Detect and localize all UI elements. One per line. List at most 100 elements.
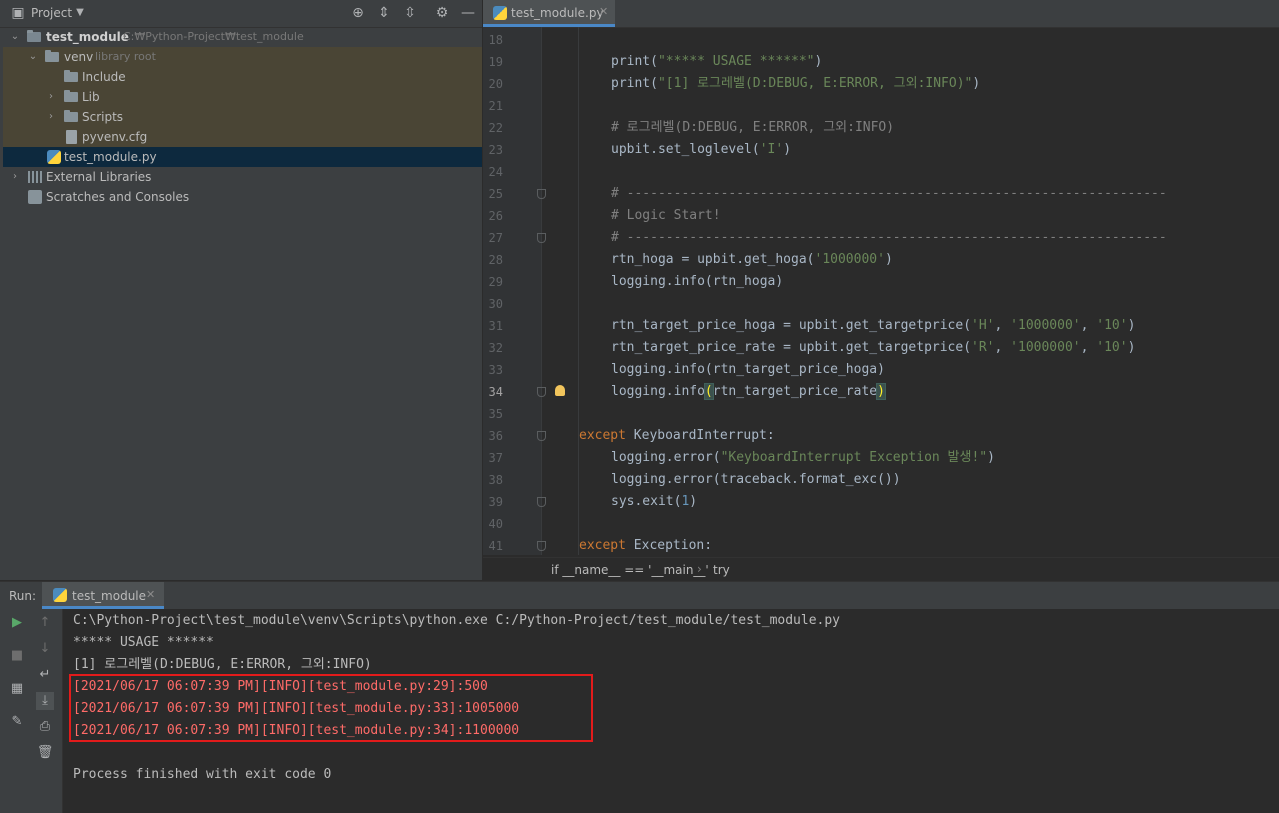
line-number: 23 bbox=[488, 143, 503, 157]
tree-item-external-libraries[interactable]: › External Libraries bbox=[3, 167, 482, 187]
arrow-up-icon[interactable]: ↑ bbox=[36, 614, 54, 632]
chevron-right-icon[interactable]: › bbox=[45, 87, 57, 107]
run-tab-label: test_module bbox=[72, 589, 147, 603]
chevron-right-icon[interactable]: › bbox=[45, 107, 57, 127]
code-line[interactable]: 22 # 로그레벨(D:DEBUG, E:ERROR, 그외:INFO) bbox=[483, 117, 1279, 139]
print-icon[interactable]: ⎙ bbox=[36, 718, 54, 736]
chevron-down-icon[interactable]: ▼ bbox=[72, 5, 88, 21]
lightbulb-icon[interactable] bbox=[555, 385, 565, 396]
code-line[interactable]: 24 bbox=[483, 161, 1279, 183]
tree-item-label: Scratches and Consoles bbox=[46, 190, 190, 204]
code-text: # 로그레벨(D:DEBUG, E:ERROR, 그외:INFO) bbox=[611, 117, 894, 139]
code-line[interactable]: 30 bbox=[483, 293, 1279, 315]
code-line[interactable]: 31 rtn_target_price_hoga = upbit.get_targ… bbox=[483, 315, 1279, 337]
tree-item-lib[interactable]: › Lib bbox=[3, 87, 482, 107]
code-token: logging.info(rtn_hoga) bbox=[611, 274, 784, 289]
code-token: ) bbox=[814, 54, 823, 69]
line-number: 24 bbox=[488, 165, 503, 179]
fold-marker-icon[interactable] bbox=[537, 387, 546, 397]
code-text: logging.info(rtn_target_price_hoga) bbox=[611, 359, 885, 381]
code-text: rtn_hoga = upbit.get_hoga('1000000') bbox=[611, 249, 893, 271]
fold-marker-icon[interactable] bbox=[537, 189, 546, 199]
code-line[interactable]: 41 except Exception: bbox=[483, 535, 1279, 557]
code-line[interactable]: 34 logging.info(rtn_target_price_rate) bbox=[483, 381, 1279, 403]
code-token: ) bbox=[783, 142, 792, 157]
code-line[interactable]: 29 logging.info(rtn_hoga) bbox=[483, 271, 1279, 293]
hide-icon[interactable]: — bbox=[460, 5, 476, 21]
code-token: ) bbox=[972, 76, 981, 91]
code-line[interactable]: 37 logging.error("KeyboardInterrupt Excep… bbox=[483, 447, 1279, 469]
scroll-to-end-icon[interactable]: ⤓ bbox=[36, 692, 54, 710]
breadcrumb-item[interactable]: try bbox=[713, 563, 730, 577]
code-text: rtn_target_price_hoga = upbit.get_target… bbox=[611, 315, 1135, 337]
close-icon[interactable]: ✕ bbox=[146, 588, 155, 601]
code-line[interactable]: 23 upbit.set_loglevel('I') bbox=[483, 139, 1279, 161]
code-line[interactable]: 28 rtn_hoga = upbit.get_hoga('1000000') bbox=[483, 249, 1279, 271]
tree-item-label: External Libraries bbox=[46, 170, 152, 184]
tree-item-venv[interactable]: ⌄ venv library root bbox=[3, 47, 482, 67]
fold-marker-icon[interactable] bbox=[537, 541, 546, 551]
arrow-down-icon[interactable]: ↓ bbox=[36, 640, 54, 658]
tree-item-scratches[interactable]: Scratches and Consoles bbox=[3, 187, 482, 207]
code-token: '1000000' bbox=[1010, 340, 1081, 355]
line-number: 39 bbox=[488, 495, 503, 509]
code-line[interactable]: 26 # Logic Start! bbox=[483, 205, 1279, 227]
tab-run-test-module[interactable]: test_module ✕ bbox=[42, 582, 164, 609]
rerun-icon[interactable]: ▶ bbox=[8, 614, 26, 632]
code-token: ) bbox=[689, 494, 698, 509]
tree-item-pyvenv-cfg[interactable]: pyvenv.cfg bbox=[3, 127, 482, 147]
layout-icon[interactable]: ▦ bbox=[8, 680, 26, 698]
locate-icon[interactable]: ⊕ bbox=[350, 5, 366, 21]
code-token: "KeyboardInterrupt Exception 발생!" bbox=[720, 450, 988, 465]
code-line[interactable]: 19 print("***** USAGE ******") bbox=[483, 51, 1279, 73]
tree-item-scripts[interactable]: › Scripts bbox=[3, 107, 482, 127]
run-tool-window: Run: test_module ✕ ▶ ■ ▦ ✎ ↑ ↓ ↵ ⤓ ⎙ 🗑 C… bbox=[0, 581, 1279, 813]
code-line[interactable]: 39 sys.exit(1) bbox=[483, 491, 1279, 513]
code-token: ) bbox=[987, 450, 995, 465]
code-token: , bbox=[1080, 318, 1097, 333]
code-line[interactable]: 21 bbox=[483, 95, 1279, 117]
code-line[interactable]: 18 bbox=[483, 29, 1279, 51]
code-area[interactable]: 18 19 print("***** USAGE ******") 20 print("… bbox=[483, 29, 1279, 557]
code-token: ) bbox=[1127, 318, 1136, 333]
chevron-down-icon[interactable]: ⌄ bbox=[27, 47, 39, 67]
code-line[interactable]: 32 rtn_target_price_rate = upbit.get_targ… bbox=[483, 337, 1279, 359]
project-view-icon[interactable]: ▣ bbox=[10, 5, 26, 21]
soft-wrap-icon[interactable]: ↵ bbox=[36, 666, 54, 684]
expand-all-icon[interactable]: ⇕ bbox=[376, 5, 392, 21]
console-line: C:\Python-Project\test_module\venv\Scrip… bbox=[73, 613, 841, 628]
tab-test-module-py[interactable]: test_module.py ✕ bbox=[483, 0, 615, 27]
code-token: logging.info(rtn_target_price_hoga) bbox=[611, 362, 885, 377]
breadcrumb-item[interactable]: if __name__ == '__main__' bbox=[551, 563, 709, 577]
code-line[interactable]: 33 logging.info(rtn_target_price_hoga) bbox=[483, 359, 1279, 381]
stop-icon[interactable]: ■ bbox=[8, 647, 26, 665]
code-line[interactable]: 36 except KeyboardInterrupt: bbox=[483, 425, 1279, 447]
fold-marker-icon[interactable] bbox=[537, 233, 546, 243]
close-icon[interactable]: ✕ bbox=[599, 5, 608, 18]
project-header: ▣ Project ▼ ⊕ ⇕ ⇳ ⚙ — bbox=[0, 0, 482, 28]
code-line[interactable]: 25 # ------------------------------------… bbox=[483, 183, 1279, 205]
code-line[interactable]: 38 logging.error(traceback.format_exc()) bbox=[483, 469, 1279, 491]
code-line[interactable]: 40 bbox=[483, 513, 1279, 535]
tree-item-include[interactable]: Include bbox=[3, 67, 482, 87]
code-token: # Logic Start! bbox=[611, 208, 721, 223]
tree-item-test-module[interactable]: ⌄ test_module C:₩Python-Project₩test_mod… bbox=[3, 27, 482, 47]
editor-tab-bar: test_module.py ✕ bbox=[483, 0, 1279, 28]
fold-marker-icon[interactable] bbox=[537, 431, 546, 441]
code-text: # Logic Start! bbox=[611, 205, 721, 227]
gear-icon[interactable]: ⚙ bbox=[434, 5, 450, 21]
collapse-all-icon[interactable]: ⇳ bbox=[402, 5, 418, 21]
project-title[interactable]: Project bbox=[31, 6, 72, 20]
code-token: except bbox=[579, 428, 634, 443]
code-text: logging.info(rtn_hoga) bbox=[611, 271, 783, 293]
chevron-right-icon[interactable]: › bbox=[9, 167, 21, 187]
code-token: "[1] 로그레벨(D:DEBUG, E:ERROR, 그외:INFO)" bbox=[657, 76, 973, 91]
fold-marker-icon[interactable] bbox=[537, 497, 546, 507]
trash-icon[interactable]: 🗑 bbox=[36, 744, 54, 762]
tree-item-test-module-py[interactable]: test_module.py bbox=[3, 147, 482, 167]
code-line[interactable]: 20 print("[1] 로그레벨(D:DEBUG, E:ERROR, 그외:I… bbox=[483, 73, 1279, 95]
code-line[interactable]: 35 bbox=[483, 403, 1279, 425]
code-line[interactable]: 27 # ------------------------------------… bbox=[483, 227, 1279, 249]
pin-icon[interactable]: ✎ bbox=[8, 713, 26, 731]
chevron-down-icon[interactable]: ⌄ bbox=[9, 27, 21, 47]
